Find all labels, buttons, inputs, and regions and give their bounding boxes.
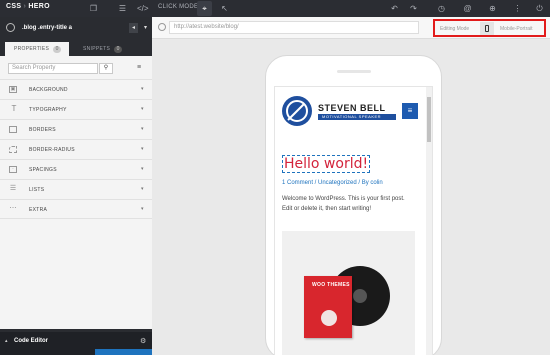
- current-selector[interactable]: .blog .entry-title a: [22, 25, 72, 31]
- target-icon[interactable]: [6, 23, 15, 32]
- brand-name[interactable]: STEVEN BELL: [318, 103, 386, 113]
- property-typography[interactable]: T TYPOGRAPHY ▾: [0, 99, 152, 119]
- record-label: [353, 289, 367, 303]
- power-icon[interactable]: ⏻: [534, 3, 545, 14]
- skull-icon: [321, 310, 337, 326]
- extra-icon: ⋯: [9, 205, 17, 212]
- chevron-down-icon: ▾: [141, 186, 144, 192]
- preview-mode-box: Editing Mode Mobile-Portrait: [433, 19, 546, 37]
- logo-css-text: CSS: [6, 3, 22, 10]
- at-icon[interactable]: @: [462, 3, 473, 14]
- brand-mark-icon: [286, 100, 308, 122]
- code-editor-bar[interactable]: ▴ Code Editor ⚙: [0, 332, 152, 355]
- chevron-down-icon: ▾: [141, 106, 144, 112]
- more-icon[interactable]: ⋮: [512, 3, 523, 14]
- spacings-icon: ·: [9, 166, 17, 173]
- redo-icon[interactable]: ↷: [408, 3, 419, 14]
- chevron-down-icon: ▾: [141, 166, 144, 172]
- hamburger-menu-icon[interactable]: ≡: [402, 103, 418, 119]
- settings-icon[interactable]: ⚙: [140, 337, 146, 345]
- top-toolbar: CSS › HERO ❐ ☰ </> CLICK MODE: ⌖ ↖ ↶ ↷ ◷…: [0, 0, 550, 17]
- scrollbar-thumb[interactable]: [427, 97, 431, 142]
- tab-snippets-label: SNIPPETS: [83, 46, 111, 52]
- property-extra[interactable]: ⋯ EXTRA ▾: [0, 199, 152, 219]
- logo-hero-text: HERO: [28, 3, 50, 10]
- property-label: BORDER-RADIUS: [29, 147, 75, 153]
- properties-panel: Search Property ⚲ ≡ ▣ BACKGROUND ▾ T TYP…: [0, 56, 152, 329]
- chevron-down-icon: ▾: [141, 86, 144, 92]
- site-preview[interactable]: STEVEN BELL MOTIVATIONAL SPEAKER ≡ Hello…: [274, 86, 433, 355]
- property-lists[interactable]: ☰ LISTS ▾: [0, 179, 152, 199]
- pointer-icon[interactable]: ↖: [219, 3, 230, 14]
- mobile-portrait-label[interactable]: Mobile-Portrait: [500, 26, 533, 32]
- mobile-preview-frame: STEVEN BELL MOTIVATIONAL SPEAKER ≡ Hello…: [265, 55, 442, 355]
- list-icon[interactable]: ☰: [117, 3, 128, 14]
- chevron-down-icon: ▾: [141, 206, 144, 212]
- property-label: BORDERS: [29, 127, 56, 133]
- post-featured-image[interactable]: WOO THEMES: [282, 231, 415, 355]
- chevron-up-icon: ▴: [5, 338, 8, 344]
- album-sleeve-image: WOO THEMES: [304, 276, 352, 338]
- lists-icon: ☰: [9, 185, 17, 192]
- editing-mode-button[interactable]: Editing Mode: [440, 26, 469, 32]
- borders-icon: [9, 126, 17, 133]
- chevron-down-icon: ▾: [141, 146, 144, 152]
- phone-speaker: [337, 70, 371, 73]
- globe-icon[interactable]: ⊕: [487, 3, 498, 14]
- undo-icon[interactable]: ↶: [389, 3, 400, 14]
- phone-icon: [485, 25, 489, 32]
- property-label: TYPOGRAPHY: [29, 107, 67, 113]
- sleeve-text: WOO THEMES: [312, 282, 350, 288]
- cursor-icon: ⌖: [202, 4, 207, 13]
- property-spacings[interactable]: · SPACINGS ▾: [0, 159, 152, 179]
- click-mode-select-button[interactable]: ⌖: [197, 1, 212, 16]
- search-property-input[interactable]: Search Property: [8, 63, 98, 74]
- border-radius-icon: [9, 146, 17, 153]
- tab-snippets-count: 0: [114, 46, 123, 53]
- property-label: BACKGROUND: [29, 87, 68, 93]
- url-bar: http://atest.website/blog/ Editing Mode …: [152, 17, 550, 39]
- app-logo: CSS › HERO: [6, 3, 50, 10]
- selector-dropdown-chevron-icon[interactable]: ▾: [141, 23, 150, 33]
- tab-properties[interactable]: PROPERTIES 0: [5, 42, 69, 56]
- selector-bar: .blog .entry-title a ◂ ▾: [0, 17, 152, 39]
- site-header: STEVEN BELL MOTIVATIONAL SPEAKER ≡: [275, 87, 428, 143]
- history-icon[interactable]: ◷: [436, 3, 447, 14]
- tab-properties-count: 0: [53, 46, 62, 53]
- property-label: EXTRA: [29, 207, 48, 213]
- url-input[interactable]: http://atest.website/blog/: [169, 21, 419, 34]
- property-borders[interactable]: BORDERS ▾: [0, 119, 152, 139]
- save-button[interactable]: [95, 349, 152, 355]
- post-meta[interactable]: 1 Comment / Uncategorized / By colin: [282, 180, 383, 186]
- property-label: LISTS: [29, 187, 45, 193]
- background-icon: ▣: [9, 86, 17, 93]
- click-mode-label: CLICK MODE:: [158, 4, 201, 10]
- property-background[interactable]: ▣ BACKGROUND ▾: [0, 79, 152, 99]
- property-label: SPACINGS: [29, 167, 57, 173]
- prev-selector-button[interactable]: ◂: [129, 23, 138, 33]
- preview-scrollbar[interactable]: [426, 87, 432, 355]
- tab-properties-label: PROPERTIES: [14, 46, 50, 52]
- panel-tabs: PROPERTIES 0 SNIPPETS 0: [0, 39, 152, 56]
- typography-icon: T: [11, 104, 17, 113]
- property-border-radius[interactable]: BORDER-RADIUS ▾: [0, 139, 152, 159]
- css-hero-editor: CSS › HERO ❐ ☰ </> CLICK MODE: ⌖ ↖ ↶ ↷ ◷…: [0, 0, 550, 355]
- tab-snippets[interactable]: SNIPPETS 0: [79, 42, 145, 56]
- copy-icon[interactable]: ❐: [88, 3, 99, 14]
- brand-logo[interactable]: [282, 96, 312, 126]
- code-icon[interactable]: </>: [137, 3, 149, 14]
- post-title-link[interactable]: Hello world!: [282, 155, 371, 173]
- reload-icon[interactable]: [158, 23, 166, 31]
- menu-icon[interactable]: ≡: [137, 64, 141, 71]
- post-excerpt: Welcome to WordPress. This is your first…: [282, 196, 405, 212]
- mobile-device-button[interactable]: [480, 22, 494, 35]
- code-editor-label: Code Editor: [14, 338, 48, 344]
- search-icon[interactable]: ⚲: [99, 63, 113, 74]
- left-panel: .blog .entry-title a ◂ ▾ PROPERTIES 0 SNI…: [0, 17, 152, 355]
- brand-tagline: MOTIVATIONAL SPEAKER: [318, 114, 396, 120]
- chevron-down-icon: ▾: [141, 126, 144, 132]
